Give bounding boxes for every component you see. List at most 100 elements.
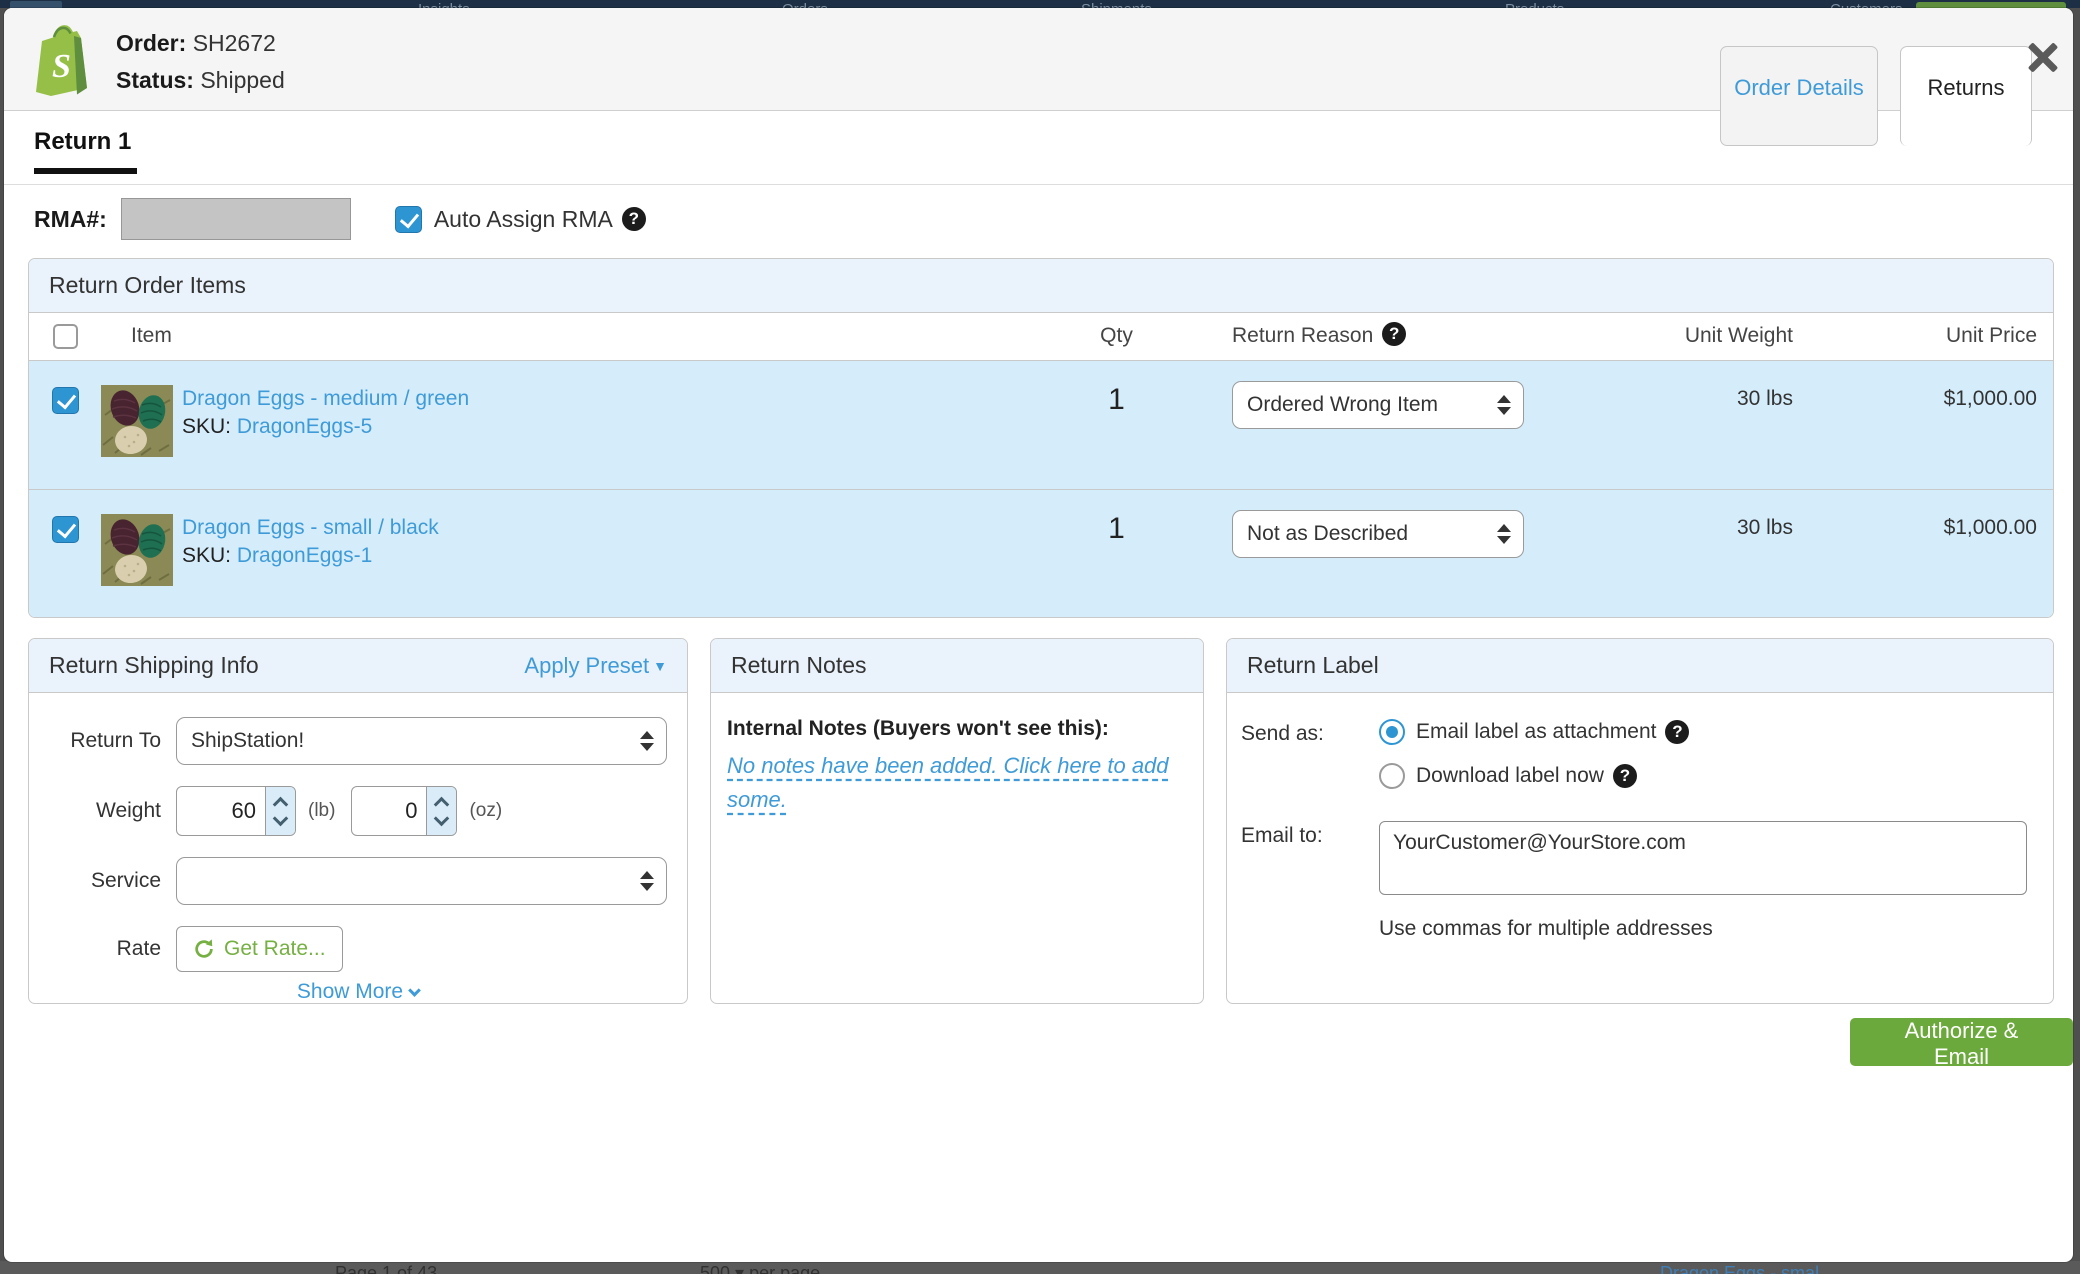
weight-lb-value: 60: [177, 787, 265, 835]
select-carets-icon: [640, 871, 654, 891]
items-table-header: Item Qty Return Reason ? Unit Weight Uni…: [29, 313, 2053, 361]
tab-returns[interactable]: Returns: [1900, 46, 2032, 146]
tab-order-details[interactable]: Order Details: [1720, 46, 1878, 146]
item-row: Dragon Eggs - small / black SKU: DragonE…: [29, 489, 2053, 617]
item-qty: 1: [1039, 361, 1194, 489]
help-icon[interactable]: ?: [1665, 720, 1689, 744]
stepper-arrows-icon[interactable]: [265, 787, 295, 835]
refresh-icon: [193, 938, 215, 960]
weight-oz-stepper[interactable]: 0: [351, 786, 457, 836]
get-rate-label: Get Rate...: [224, 937, 326, 961]
oz-unit-label: (oz): [469, 800, 502, 822]
help-icon[interactable]: ?: [622, 207, 646, 231]
return-reason-select[interactable]: Ordered Wrong Item: [1232, 381, 1524, 429]
apply-preset-dropdown[interactable]: Apply Preset▼: [524, 653, 667, 679]
svg-text:S: S: [52, 48, 71, 85]
auto-assign-rma-checkbox[interactable]: [395, 206, 422, 233]
return-to-value: ShipStation!: [191, 729, 304, 753]
return-reason-value: Not as Described: [1247, 522, 1408, 546]
radio-unselected-icon[interactable]: [1379, 763, 1405, 789]
return-label-title: Return Label: [1247, 652, 1379, 679]
background-nav-item: Orders: [782, 1, 828, 8]
download-label-radio-option[interactable]: Download label now ?: [1379, 763, 1689, 789]
return-to-select[interactable]: ShipStation!: [176, 717, 667, 765]
help-icon[interactable]: ?: [1613, 764, 1637, 788]
product-image: [101, 514, 173, 586]
background-nav-item: Insights: [418, 1, 470, 8]
item-name-link[interactable]: Dragon Eggs - small / black: [182, 516, 439, 539]
select-carets-icon: [1497, 524, 1511, 544]
close-icon[interactable]: [2024, 38, 2062, 76]
radio-selected-icon[interactable]: [1379, 719, 1405, 745]
select-all-checkbox[interactable]: [53, 324, 78, 349]
item-row: Dragon Eggs - medium / green SKU: Dragon…: [29, 361, 2053, 489]
authorize-and-email-button[interactable]: Authorize & Email: [1850, 1018, 2073, 1066]
download-label-option-label: Download label now: [1416, 764, 1604, 788]
tab-order-details-label: Order Details: [1734, 75, 1864, 145]
stepper-arrows-icon[interactable]: [426, 787, 456, 835]
send-as-label: Send as:: [1241, 719, 1379, 807]
item-unit-weight: 30 lbs: [1569, 490, 1793, 617]
weight-lb-stepper[interactable]: 60: [176, 786, 296, 836]
caret-down-icon: ▼: [653, 658, 667, 674]
item-name-link[interactable]: Dragon Eggs - medium / green: [182, 387, 469, 410]
return-shipping-info-title: Return Shipping Info: [49, 652, 259, 679]
show-more-label: Show More: [297, 980, 403, 1003]
return-order-items-header: Return Order Items: [29, 259, 2053, 313]
show-more-link[interactable]: Show More: [49, 980, 667, 1004]
sku-link[interactable]: DragonEggs-1: [237, 544, 372, 567]
column-return-reason-label: Return Reason: [1232, 324, 1373, 348]
product-image: [101, 385, 173, 457]
select-carets-icon: [1497, 395, 1511, 415]
item-qty: 1: [1039, 490, 1194, 617]
select-carets-icon: [640, 731, 654, 751]
status-label: Status:: [116, 67, 194, 93]
item-checkbox[interactable]: [52, 516, 79, 543]
order-returns-modal: S Order: SH2672 Status: Shipped Order De…: [4, 8, 2073, 1262]
background-nav-item: Customers: [1830, 1, 1903, 8]
return-to-label: Return To: [49, 729, 161, 753]
return-reason-value: Ordered Wrong Item: [1247, 393, 1438, 417]
email-to-input[interactable]: YourCustomer@YourStore.com: [1379, 821, 2027, 895]
email-hint: Use commas for multiple addresses: [1379, 917, 2039, 941]
return-reason-help-icon[interactable]: ?: [1382, 322, 1406, 346]
item-unit-price: $1,000.00: [1793, 361, 2053, 489]
tab-returns-label: Returns: [1927, 75, 2004, 146]
email-label-radio-option[interactable]: Email label as attachment ?: [1379, 719, 1689, 745]
service-select[interactable]: [176, 857, 667, 905]
sku-label: SKU:: [182, 544, 231, 567]
item-unit-weight: 30 lbs: [1569, 361, 1793, 489]
service-label: Service: [49, 869, 161, 893]
return-reason-select[interactable]: Not as Described: [1232, 510, 1524, 558]
return-order-items-panel: Return Order Items Item Qty Return Reaso…: [28, 258, 2054, 618]
email-to-label: Email to:: [1241, 821, 1379, 895]
lower-panels: Return Shipping Info Apply Preset▼ Retur…: [28, 638, 2054, 1004]
return-shipping-info-panel: Return Shipping Info Apply Preset▼ Retur…: [28, 638, 688, 1004]
return-notes-panel: Return Notes Internal Notes (Buyers won'…: [710, 638, 1204, 1004]
tab-return-1[interactable]: Return 1: [34, 128, 137, 174]
chevron-down-icon: [408, 984, 421, 997]
email-label-option-label: Email label as attachment: [1416, 720, 1656, 744]
order-status: Shipped: [200, 67, 284, 93]
rma-input[interactable]: [121, 198, 351, 240]
return-label-panel: Return Label Send as: Email label as att…: [1226, 638, 2054, 1004]
item-unit-price: $1,000.00: [1793, 490, 2053, 617]
return-order-items-title: Return Order Items: [49, 272, 246, 299]
background-nav-item: Shipments: [1081, 1, 1152, 8]
background-logo-fragment: [10, 1, 62, 8]
get-rate-button[interactable]: Get Rate...: [176, 926, 343, 972]
return-notes-title: Return Notes: [731, 652, 867, 679]
sku-link[interactable]: DragonEggs-5: [237, 415, 372, 438]
add-notes-link[interactable]: No notes have been added. Click here to …: [727, 753, 1169, 812]
internal-notes-label: Internal Notes (Buyers won't see this):: [727, 717, 1187, 741]
background-top-nav: Insights Orders Shipments Products Custo…: [0, 0, 2080, 8]
order-summary: Order: SH2672 Status: Shipped: [116, 25, 285, 99]
column-qty: Qty: [1039, 313, 1194, 360]
weight-label: Weight: [49, 799, 161, 823]
sku-label: SKU:: [182, 415, 231, 438]
item-checkbox[interactable]: [52, 387, 79, 414]
background-pager-text: Page 1 of 43: [335, 1263, 437, 1274]
column-unit-weight: Unit Weight: [1569, 313, 1793, 360]
auto-assign-rma-label: Auto Assign RMA: [434, 206, 613, 233]
background-nav-item: Products: [1505, 1, 1564, 8]
